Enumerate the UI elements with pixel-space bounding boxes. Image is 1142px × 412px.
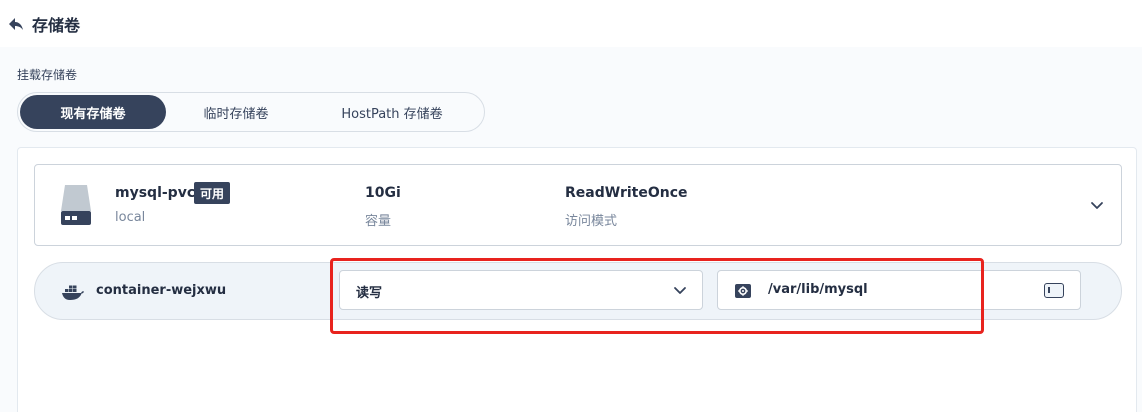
mount-volume-panel: 挂载存储卷 现有存储卷 临时存储卷 HostPath 存储卷 mysql-pvc… (0, 47, 1142, 412)
volume-card[interactable]: mysql-pvc 可用 local 10Gi 容量 ReadWriteOnce… (34, 164, 1122, 246)
capacity-label: 容量 (365, 214, 392, 229)
disk-icon (59, 183, 93, 227)
docker-icon (61, 282, 85, 302)
container-mount-row: container-wejxwu 读写 /var/lib/mysql (34, 262, 1122, 320)
access-mode-value: ReadWriteOnce (565, 185, 688, 201)
tab-existing-volume[interactable]: 现有存储卷 (20, 95, 166, 129)
subpath-toggle-icon[interactable] (1044, 283, 1064, 298)
header: 存储卷 (6, 12, 80, 36)
page-title: 存储卷 (32, 16, 81, 35)
selected-mode: 读写 (356, 286, 383, 301)
tab-hostpath-volume[interactable]: HostPath 存储卷 (306, 95, 478, 129)
mount-path-input[interactable]: /var/lib/mysql (717, 270, 1081, 310)
container-name: container-wejxwu (96, 283, 227, 298)
mount-path-value: /var/lib/mysql (768, 282, 868, 297)
chevron-down-icon (672, 282, 688, 298)
chevron-down-icon[interactable] (1087, 195, 1107, 215)
back-arrow-icon[interactable] (6, 14, 26, 34)
status-badge: 可用 (194, 182, 231, 204)
tab-temporary-volume[interactable]: 临时存储卷 (166, 95, 306, 129)
access-mode-label: 访问模式 (565, 214, 618, 229)
volume-content: mysql-pvc 可用 local 10Gi 容量 ReadWriteOnce… (17, 147, 1137, 412)
storage-class: local (115, 210, 146, 225)
volume-name: mysql-pvc (115, 185, 196, 201)
page: 存储卷 挂载存储卷 现有存储卷 临时存储卷 HostPath 存储卷 mysql… (0, 0, 1142, 412)
volume-type-tabs: 现有存储卷 临时存储卷 HostPath 存储卷 (17, 92, 485, 132)
section-label: 挂载存储卷 (17, 68, 78, 82)
read-write-mode-select[interactable]: 读写 (339, 270, 703, 310)
gear-icon (734, 282, 752, 300)
capacity-value: 10Gi (365, 185, 401, 201)
